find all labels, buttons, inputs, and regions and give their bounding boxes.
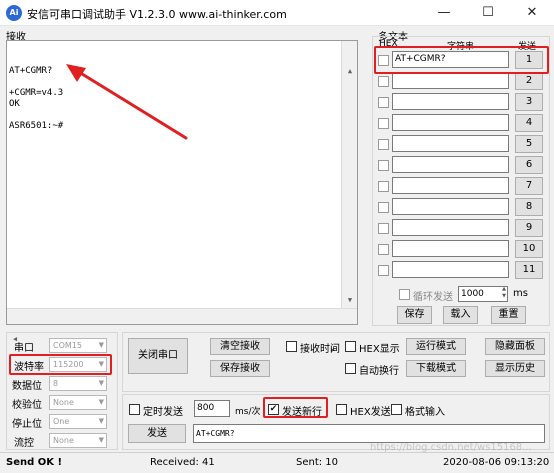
parity-label: 校验位 [12,400,42,411]
multitext-hex-checkbox[interactable] [378,97,389,108]
flow-label: 流控 [14,438,34,449]
multitext-reset-button[interactable]: 重置 [491,306,526,324]
annotation-highlight-newline [263,397,328,418]
multitext-hex-checkbox[interactable] [378,265,389,276]
multitext-send-button[interactable]: 10 [515,240,543,258]
download-mode-button[interactable]: 下载模式 [406,360,466,377]
loop-interval-input[interactable]: 1000 ▲ ▼ [458,286,508,302]
status-datetime: 2020-08-06 09:13:20 [443,457,550,468]
chevron-down-icon: ▼ [98,379,104,387]
maximize-button[interactable]: ☐ [466,0,510,26]
annotation-highlight-row1 [374,46,549,74]
multitext-input[interactable] [392,93,509,110]
format-input-label: 格式输入 [405,407,445,418]
recv-time-label: 接收时间 [300,344,340,355]
status-received: Received: 41 [150,457,215,468]
status-state: Send OK ! [6,457,63,468]
multitext-send-button[interactable]: 6 [515,156,543,174]
stopbits-label: 停止位 [12,419,42,430]
multitext-hex-checkbox[interactable] [378,76,389,87]
close-port-button[interactable]: 关闭串口 [128,338,188,374]
format-input-checkbox[interactable] [391,404,402,415]
status-sent: Sent: 10 [296,457,339,468]
stopbits-select[interactable]: One ▼ [49,414,107,429]
receive-vertical-scrollbar[interactable]: ▲ ▼ [341,41,357,324]
multitext-send-button[interactable]: 3 [515,93,543,111]
send-button[interactable]: 发送 [128,424,186,443]
multitext-hex-checkbox[interactable] [378,118,389,129]
hide-panel-button[interactable]: 隐藏面板 [485,338,545,355]
loop-interval-unit: ms [513,288,528,299]
multitext-send-button[interactable]: 5 [515,135,543,153]
hex-display-label: HEX显示 [359,344,400,355]
multitext-send-button[interactable]: 8 [515,198,543,216]
multitext-hex-checkbox[interactable] [378,202,389,213]
multitext-send-button[interactable]: 2 [515,72,543,90]
parity-select[interactable]: None ▼ [49,395,107,410]
app-logo-icon: Ai [6,5,22,21]
multitext-input[interactable] [392,156,509,173]
multitext-hex-checkbox[interactable] [378,223,389,234]
loop-send-checkbox[interactable] [399,289,410,300]
chevron-down-icon: ▼ [98,341,104,349]
multitext-input[interactable] [392,135,509,152]
hex-send-checkbox[interactable] [336,404,347,415]
multitext-input[interactable] [392,177,509,194]
multitext-load-button[interactable]: 载入 [443,306,478,324]
loop-interval-value: 1000 [461,289,484,299]
multitext-send-button[interactable]: 9 [515,219,543,237]
databits-label: 数据位 [12,381,42,392]
multitext-input[interactable] [392,261,509,278]
multitext-input[interactable] [392,114,509,131]
multitext-hex-checkbox[interactable] [378,244,389,255]
run-mode-button[interactable]: 运行模式 [406,338,466,355]
multitext-input[interactable] [392,219,509,236]
multitext-hex-checkbox[interactable] [378,181,389,192]
annotation-highlight-baud [9,354,112,375]
minimize-button[interactable]: — [422,0,466,26]
timed-interval-input[interactable]: 800 [194,400,230,417]
multitext-send-button[interactable]: 11 [515,261,543,279]
receive-horizontal-scrollbar[interactable]: ◀ ▶ [7,308,357,354]
window-title: 安信可串口调试助手 V1.2.3.0 www.ai-thinker.com [27,8,287,21]
flow-select[interactable]: None ▼ [49,433,107,448]
scroll-down-arrow-icon[interactable]: ▼ [342,292,358,308]
multitext-input[interactable] [392,240,509,257]
timed-send-label: 定时发送 [143,407,183,418]
auto-wrap-label: 自动换行 [359,366,399,377]
title-bar: Ai 安信可串口调试助手 V1.2.3.0 www.ai-thinker.com… [0,0,554,26]
close-button[interactable]: ✕ [510,0,554,26]
multitext-send-button[interactable]: 4 [515,114,543,132]
multitext-save-button[interactable]: 保存 [397,306,432,324]
status-bar: Send OK ! Received: 41 Sent: 10 2020-08-… [0,452,554,473]
chevron-down-icon: ▼ [98,417,104,425]
hex-send-label: HEX发送 [350,407,391,418]
timed-interval-unit: ms/次 [235,407,261,417]
annotation-arrow-icon [66,64,188,140]
recv-time-checkbox[interactable] [286,341,297,352]
scroll-up-arrow-icon[interactable]: ▲ [342,63,358,79]
multitext-hex-checkbox[interactable] [378,160,389,171]
chevron-down-icon: ▼ [98,436,104,444]
show-history-button[interactable]: 显示历史 [485,360,545,377]
send-input[interactable]: AT+CGMR? [193,424,545,443]
timed-send-checkbox[interactable] [129,404,140,415]
hex-display-checkbox[interactable] [345,341,356,352]
databits-select[interactable]: 8 ▼ [49,376,107,391]
loop-interval-spinner-icon[interactable]: ▲ ▼ [502,287,506,300]
multitext-input[interactable] [392,198,509,215]
loop-send-label: 循环发送 [413,292,453,303]
save-receive-button[interactable]: 保存接收 [210,360,270,377]
port-label: 串口 [14,343,34,354]
multitext-hex-checkbox[interactable] [378,139,389,150]
chevron-down-icon: ▼ [98,398,104,406]
port-select[interactable]: COM15 ▼ [49,338,107,353]
multitext-input[interactable] [392,72,509,89]
multitext-send-button[interactable]: 7 [515,177,543,195]
auto-wrap-checkbox[interactable] [345,363,356,374]
clear-receive-button[interactable]: 清空接收 [210,338,270,355]
